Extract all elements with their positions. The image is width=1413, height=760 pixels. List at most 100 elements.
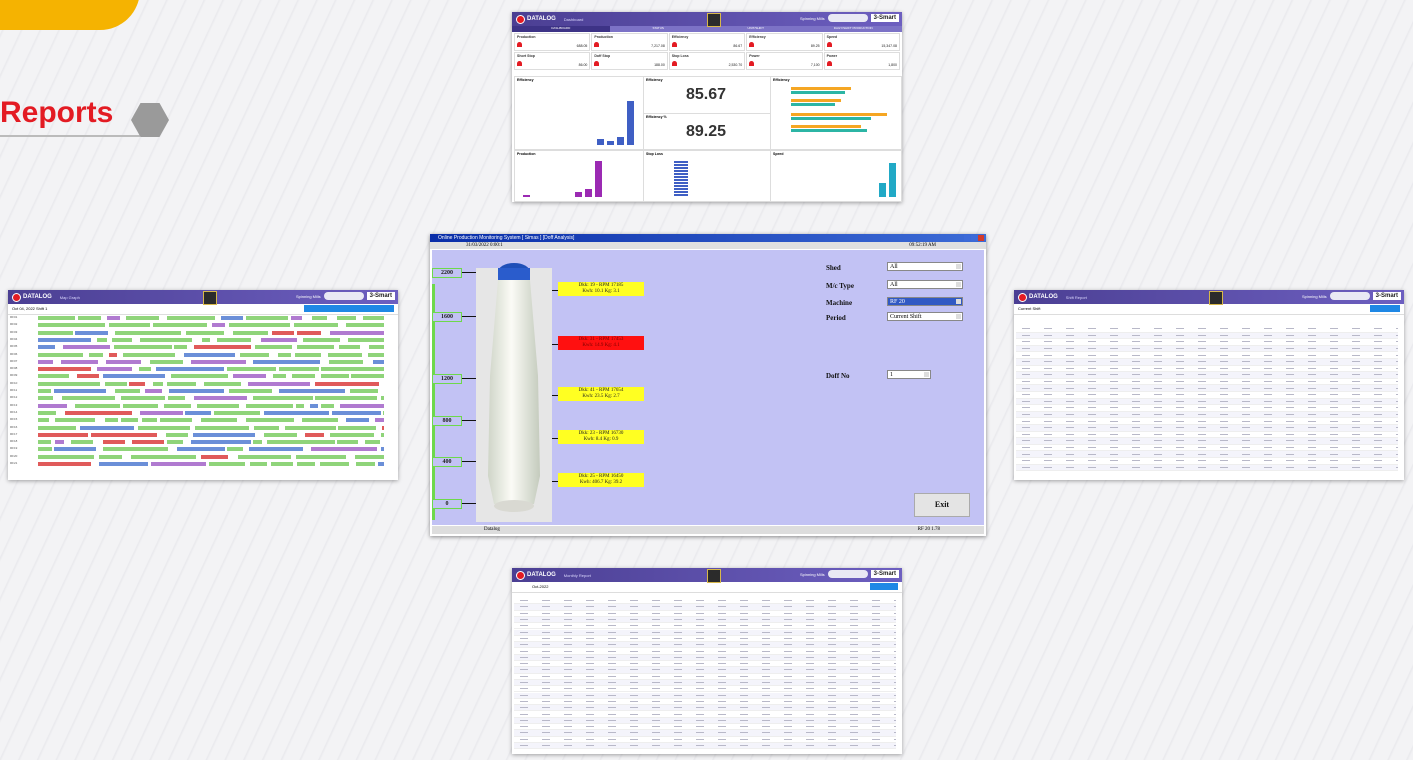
search-input[interactable] <box>827 570 868 578</box>
gantt-row: RF18 <box>10 439 392 445</box>
chevron-down-icon <box>956 264 961 269</box>
doff-line2: Kwh: 23.5 Kg: 2.7 <box>582 394 620 399</box>
month-selector[interactable]: Oct-2022 <box>532 584 548 589</box>
panel-title: Efficiency <box>646 78 663 82</box>
gantt-segment <box>270 462 294 466</box>
gantt-row: RF20 <box>10 454 392 459</box>
map-graph-screenshot[interactable]: DATALOG Map Graph Spinning Mills 3-Smart… <box>8 290 398 480</box>
gantt-segment <box>246 316 288 320</box>
doff-no-select[interactable]: 1 <box>887 370 931 379</box>
machine-select[interactable]: RF 20 <box>887 297 963 306</box>
minimize-icon[interactable] <box>964 235 970 241</box>
doff-label: Dkk: 23 - RPM 16730 Kwh: 8.4 Kg: 0.9 <box>558 430 644 444</box>
kpi-value: 688.05 <box>576 44 588 48</box>
gantt-segment <box>338 345 361 350</box>
table-row <box>1016 411 1398 419</box>
panel-title: Efficiency <box>517 78 534 82</box>
efficiency-value-panel: Efficiency 85.67 Efficiency % 89.25 <box>643 76 771 150</box>
tab-status[interactable]: STATUS <box>609 26 707 32</box>
maximize-icon[interactable] <box>971 235 977 241</box>
speed-chart-panel: Speed <box>770 150 902 202</box>
gantt-segment <box>38 323 106 328</box>
gantt-segment <box>320 374 349 379</box>
gantt-segment <box>104 418 119 423</box>
gantt-segment <box>346 418 370 423</box>
gantt-row: RF21 <box>10 461 392 466</box>
gantt-segment <box>38 352 84 357</box>
gantt-segment <box>220 316 243 320</box>
gantt-segment <box>144 389 163 393</box>
gantt-segment <box>142 418 157 423</box>
crest-icon <box>707 13 721 27</box>
tab-daily-production[interactable]: DAILY/SHIFT PRODUCTION <box>804 26 902 32</box>
search-input[interactable] <box>323 292 364 300</box>
clock: 09:52:19 AM <box>909 243 936 248</box>
gantt-segment <box>103 440 126 445</box>
gantt-segment <box>347 337 384 342</box>
gantt-segment <box>303 337 340 342</box>
brand-name: DATALOG <box>23 294 52 300</box>
table-row <box>1016 425 1398 432</box>
monthly-report-screenshot[interactable]: DATALOG Monthly Report Spinning Mills 3-… <box>512 568 902 754</box>
gantt-segment <box>309 403 319 408</box>
kpi-title: Efficiency <box>749 35 766 39</box>
gantt-segment <box>177 447 226 452</box>
doff-line2: Kwh: 8.4 Kg: 0.9 <box>583 437 619 442</box>
export-button[interactable] <box>304 305 394 312</box>
chart-bar <box>523 195 530 197</box>
gantt-segment <box>233 374 267 379</box>
gantt-segment <box>320 403 335 408</box>
gantt-segment <box>186 330 224 335</box>
panel-title: Efficiency % <box>646 115 667 119</box>
gantt-segment <box>98 462 149 466</box>
exit-button[interactable]: Exit <box>914 493 970 517</box>
doff-no-label: Doff No <box>826 372 850 380</box>
gantt-segment <box>167 440 184 445</box>
accent-corner-shape <box>0 0 140 30</box>
gantt-segment <box>166 432 188 437</box>
chart-bar <box>791 125 861 128</box>
gantt-segment <box>139 367 151 372</box>
shed-select[interactable]: All <box>887 262 963 271</box>
doff-label: Dkk: 25 - RPM 16450 Kwh: 406.7 Kg: 39.2 <box>558 473 644 487</box>
heart-icon <box>671 42 677 47</box>
gantt-segment <box>174 345 188 350</box>
kpi-card: Speed 15,347.08 <box>823 33 900 51</box>
page-name: Map Graph <box>59 294 80 300</box>
mc-type-select[interactable]: All <box>887 280 963 289</box>
shift-selector[interactable]: Current Shift <box>1018 306 1040 311</box>
heart-icon <box>749 61 755 66</box>
period-select[interactable]: Current Shift <box>887 312 963 321</box>
gantt-segment <box>55 440 64 445</box>
gantt-segment <box>169 389 225 393</box>
gantt-segment <box>291 374 315 379</box>
search-input[interactable] <box>1329 292 1370 300</box>
shift-report-screenshot[interactable]: DATALOG Shift Report Spinning Mills 3-Sm… <box>1014 290 1404 480</box>
kpi-value: 86.00 <box>578 63 588 67</box>
dashboard-screenshot[interactable]: DATALOG Dashboard Spinning Mills 3-Smart… <box>512 12 902 202</box>
gantt-segment <box>305 432 324 437</box>
close-icon[interactable] <box>978 235 984 241</box>
kpi-title: Stop Loss <box>671 54 689 58</box>
window-title: Online Production Monitoring System [ Si… <box>430 234 986 242</box>
date-selector[interactable]: Oct 04, 2022 Shift 1 <box>12 306 47 311</box>
gantt-segment <box>60 359 99 364</box>
tab-unit-shift[interactable]: UNIT/SHIFT <box>707 26 805 32</box>
panel-title: Production <box>517 152 536 156</box>
machine-label: RF15 <box>10 417 18 422</box>
tab-dashboard[interactable]: DASHBOARD <box>512 26 610 32</box>
gantt-row: RF07 <box>10 359 392 364</box>
gantt-segment <box>296 462 315 466</box>
export-button[interactable] <box>870 583 898 590</box>
chart-bar <box>607 141 614 145</box>
heart-icon <box>826 42 832 47</box>
gantt-row: RF01 <box>10 315 392 320</box>
gantt-segment <box>138 425 190 430</box>
search-input[interactable] <box>827 14 868 22</box>
gantt-segment <box>212 323 225 328</box>
machine-label: RF17 <box>10 431 18 436</box>
mc-type-label: M/c Type <box>826 282 854 290</box>
export-button[interactable] <box>1370 305 1400 312</box>
gantt-segment <box>279 389 346 393</box>
gantt-segment <box>64 410 133 415</box>
